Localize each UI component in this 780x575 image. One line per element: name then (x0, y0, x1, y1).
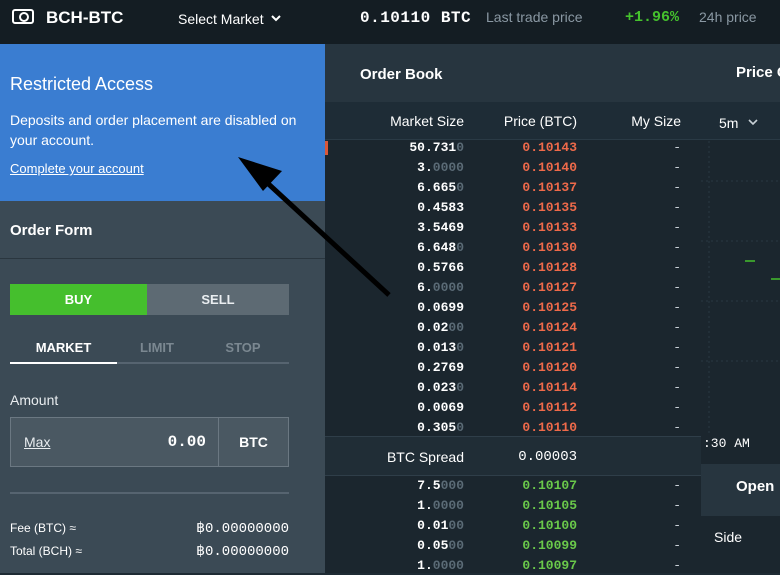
annotation-arrow (238, 157, 391, 297)
